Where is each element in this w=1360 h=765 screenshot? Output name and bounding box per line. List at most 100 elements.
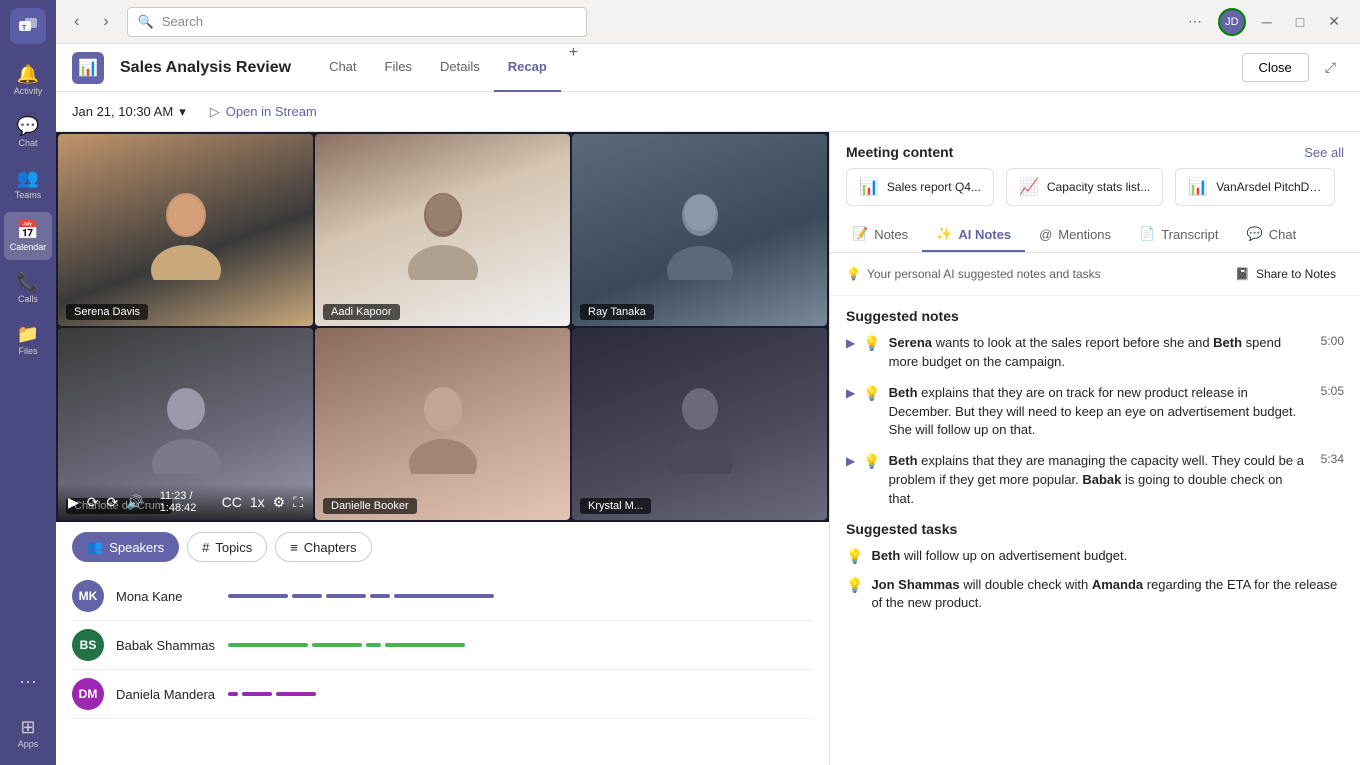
mute-button[interactable]: 🔊: [126, 494, 143, 511]
sidebar-label-files: Files: [18, 346, 37, 356]
open-stream-button[interactable]: ▷ Open in Stream: [202, 100, 325, 124]
sidebar-item-teams[interactable]: 👥 Teams: [4, 160, 52, 208]
table-row: MK Mona Kane: [72, 572, 813, 621]
more-options-button[interactable]: ⋯: [1180, 9, 1210, 34]
file-chip-xlsx[interactable]: 📈 Capacity stats list...: [1006, 168, 1163, 206]
speakers-tab[interactable]: 👥 Speakers: [72, 532, 179, 562]
speaker-tabs: 👥 Speakers # Topics ≡ Chapters: [56, 522, 829, 572]
note-text-2: Beth explains that they are on track for…: [889, 384, 1305, 441]
tab-recap[interactable]: Recap: [494, 44, 561, 92]
date-selector[interactable]: Jan 21, 10:30 AM ▾: [72, 104, 186, 120]
tab-details[interactable]: Details: [426, 44, 494, 92]
tab-files[interactable]: Files: [371, 44, 426, 92]
task-text-1: Beth will follow up on advertisement bud…: [871, 547, 1127, 566]
sidebar-item-files[interactable]: 📁 Files: [4, 316, 52, 364]
file-chip-ppt2[interactable]: 📊 VanArsdel PitchDe...: [1175, 168, 1335, 206]
note-text-3: Beth explains that they are managing the…: [889, 452, 1305, 509]
expand-icon-3[interactable]: ▶: [846, 454, 855, 468]
tab-chat[interactable]: Chat: [315, 44, 370, 92]
close-meeting-button[interactable]: Close: [1242, 53, 1309, 82]
settings-button[interactable]: ⚙: [273, 494, 286, 511]
chapters-tab[interactable]: ≡ Chapters: [275, 532, 371, 562]
chevron-down-icon: ▾: [179, 104, 186, 120]
avatar: BS: [72, 629, 104, 661]
app-logo[interactable]: T: [10, 8, 46, 44]
participant-label-aadi: Aadi Kapoor: [323, 304, 400, 320]
sidebar: T 🔔 Activity 💬 Chat 👥 Teams 📅 Calendar 📞…: [0, 0, 56, 765]
ai-notes-tab-label: AI Notes: [958, 227, 1011, 242]
fullscreen-button[interactable]: ⛶: [293, 494, 303, 511]
topics-icon: #: [202, 540, 209, 555]
list-item: ▶ 💡 Beth explains that they are on track…: [846, 384, 1344, 441]
apps-icon: ⊞: [20, 718, 35, 736]
speaker-timeline: [228, 591, 813, 601]
video-controls: ▶ ⟳ ⟳ 🔊 11:23 / 1:48:42 CC 1x ⚙ ⛶: [58, 484, 313, 520]
expand-icon[interactable]: ▶: [846, 336, 855, 350]
speaker-timeline: [228, 640, 813, 650]
cc-button[interactable]: CC: [222, 494, 242, 510]
speakers-icon: 👥: [87, 539, 103, 555]
sidebar-item-calendar[interactable]: 📅 Calendar: [4, 212, 52, 260]
files-row: 📊 Sales report Q4... 📈 Capacity stats li…: [830, 168, 1360, 218]
ai-subheader: 💡 Your personal AI suggested notes and t…: [830, 253, 1360, 296]
note-time-3: 5:34: [1321, 452, 1344, 466]
activity-icon: 🔔: [17, 65, 39, 83]
table-row: BS Babak Shammas: [72, 621, 813, 670]
files-icon: 📁: [17, 325, 39, 343]
tab-mentions[interactable]: @ Mentions: [1025, 218, 1125, 252]
task-bulb-icon-2: 💡: [846, 577, 863, 594]
expand-icon-2[interactable]: ▶: [846, 386, 855, 400]
sidebar-label-calls: Calls: [18, 294, 38, 304]
tab-chat-notes[interactable]: 💬 Chat: [1233, 218, 1311, 252]
svg-text:T: T: [22, 25, 27, 32]
play-button[interactable]: ▶: [68, 494, 79, 511]
transcript-tab-icon: 📄: [1139, 226, 1155, 242]
sidebar-item-label: Activity: [14, 86, 43, 96]
maximize-button[interactable]: □: [1288, 10, 1312, 34]
search-icon: 🔍: [138, 14, 154, 30]
open-stream-label: Open in Stream: [226, 104, 317, 119]
nav-forward-button[interactable]: ›: [97, 9, 114, 35]
note-time-1: 5:00: [1321, 334, 1344, 348]
pop-out-button[interactable]: ⤢: [1317, 55, 1344, 80]
more-icon: ···: [19, 672, 37, 690]
speakers-label: Speakers: [109, 540, 164, 555]
ai-notes-tab-icon: ✨: [936, 226, 952, 242]
file-chip-ppt1[interactable]: 📊 Sales report Q4...: [846, 168, 994, 206]
topics-tab[interactable]: # Topics: [187, 532, 267, 562]
rewind-button[interactable]: ⟳: [87, 494, 99, 511]
see-all-button[interactable]: See all: [1304, 145, 1344, 160]
close-window-button[interactable]: ✕: [1320, 9, 1348, 34]
calendar-icon: 📅: [17, 221, 39, 239]
tab-ai-notes[interactable]: ✨ AI Notes: [922, 218, 1025, 252]
file-name-2: Capacity stats list...: [1047, 180, 1150, 194]
video-ctrl-right: CC 1x ⚙ ⛶: [222, 494, 303, 511]
main-content: 📊 Sales Analysis Review Chat Files Detai…: [56, 44, 1360, 765]
task-bulb-icon-1: 💡: [846, 548, 863, 565]
user-avatar[interactable]: JD: [1218, 8, 1246, 36]
share-to-notes-button[interactable]: 📓 Share to Notes: [1227, 263, 1344, 285]
search-box[interactable]: 🔍 Search: [127, 7, 587, 37]
speaker-name-mona: Mona Kane: [116, 589, 216, 604]
speed-button[interactable]: 1x: [250, 494, 265, 510]
minimize-button[interactable]: ─: [1254, 10, 1280, 34]
sidebar-item-activity[interactable]: 🔔 Activity: [4, 56, 52, 104]
forward-button[interactable]: ⟳: [107, 494, 119, 511]
meeting-tabs: Chat Files Details Recap +: [315, 44, 586, 92]
meeting-icon: 📊: [72, 52, 104, 84]
sidebar-item-chat[interactable]: 💬 Chat: [4, 108, 52, 156]
sidebar-item-more[interactable]: ···: [4, 657, 52, 705]
sub-header: Jan 21, 10:30 AM ▾ ▷ Open in Stream: [56, 92, 1360, 132]
chat-tab-label: Chat: [1269, 227, 1296, 242]
tab-notes[interactable]: 📝 Notes: [838, 218, 922, 252]
sidebar-item-apps[interactable]: ⊞ Apps: [4, 709, 52, 757]
note-bulb-icon-2: 💡: [863, 385, 880, 402]
sidebar-item-calls[interactable]: 📞 Calls: [4, 264, 52, 312]
list-item: 💡 Jon Shammas will double check with Ama…: [846, 576, 1344, 614]
tab-transcript[interactable]: 📄 Transcript: [1125, 218, 1233, 252]
task-text-2: Jon Shammas will double check with Amand…: [871, 576, 1344, 614]
nav-back-button[interactable]: ‹: [68, 9, 85, 35]
topics-label: Topics: [215, 540, 252, 555]
speaker-name-daniela: Daniela Mandera: [116, 687, 216, 702]
add-tab-button[interactable]: +: [561, 44, 586, 92]
